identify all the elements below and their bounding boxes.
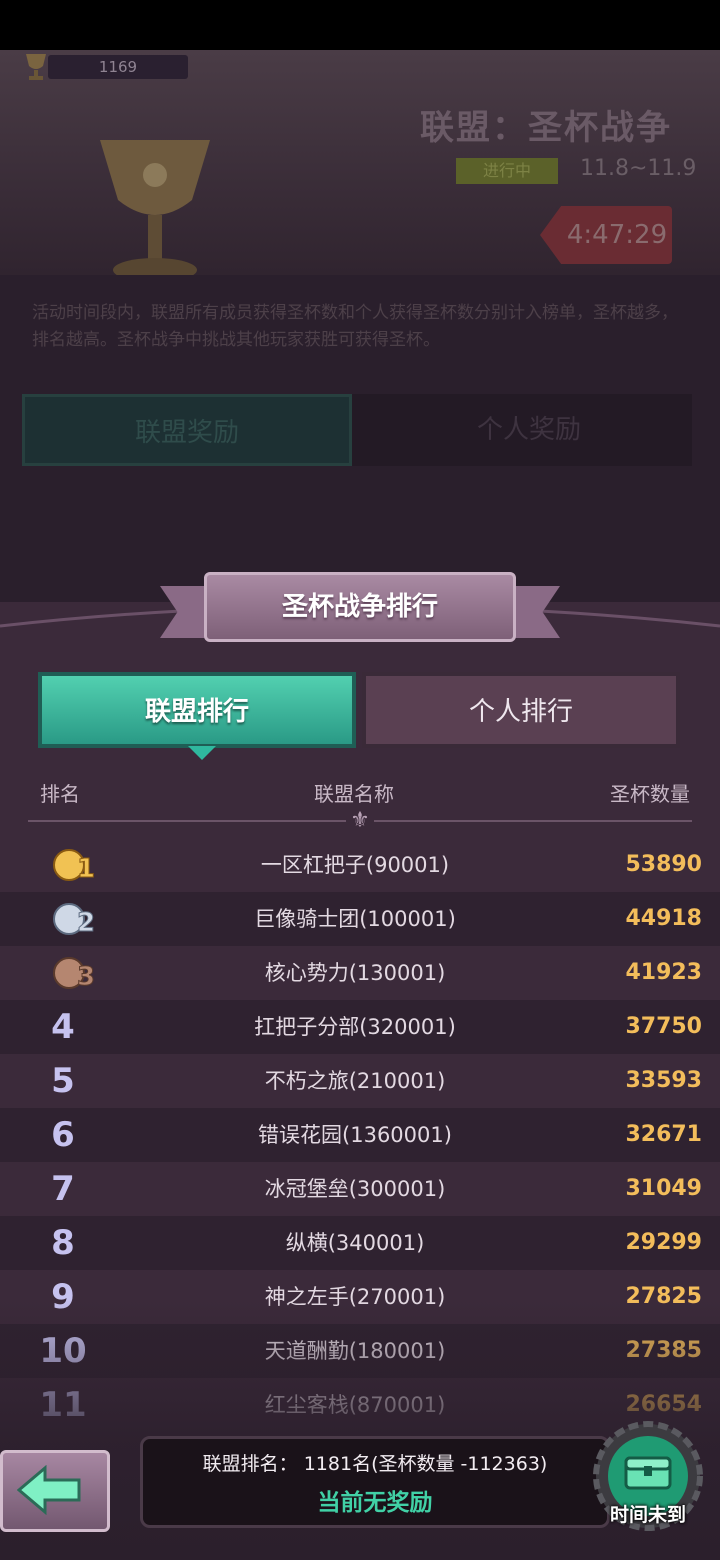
- rank-number: 9: [51, 1277, 75, 1317]
- alliance-name: 扛把子分部(320001): [254, 1015, 456, 1039]
- rank-number: 5: [51, 1061, 75, 1101]
- table-row[interactable]: 3 核心势力(130001) 41923: [0, 946, 720, 1000]
- ranking-title: 圣杯战争排行: [281, 592, 438, 622]
- back-button[interactable]: [0, 1450, 110, 1532]
- rank-medal-number: 2: [77, 908, 95, 937]
- trophy-icon: [26, 54, 46, 80]
- my-rank-bar: 联盟排名： 1181名(圣杯数量 -112363) 当前无奖励: [140, 1436, 610, 1528]
- ranking-list[interactable]: 1 一区杠把子(90001) 53890 2 巨像骑士团(100001) 44918 3 核心…: [0, 838, 720, 1432]
- table-row[interactable]: 9 神之左手(270001) 27825: [0, 1270, 720, 1324]
- rank-medal-number: 1: [77, 854, 95, 883]
- rank-medal-icon: 3: [53, 957, 96, 991]
- tab-alliance-ranking-label: 联盟排行: [144, 697, 249, 727]
- event-description: 活动时间段内，联盟所有成员获得圣杯数和个人获得圣杯数分别计入榜单，圣杯越多，排名…: [32, 303, 678, 350]
- alliance-name: 冰冠堡垒(300001): [264, 1177, 446, 1201]
- alliance-name: 核心势力(130001): [264, 961, 446, 985]
- no-reward-text: 当前无奖励: [317, 1490, 433, 1516]
- rank-number: 4: [51, 1007, 75, 1047]
- grail-count: 27825: [625, 1284, 702, 1309]
- alliance-name: 天道酬勤(180001): [264, 1339, 446, 1363]
- table-row[interactable]: 7 冰冠堡垒(300001) 31049: [0, 1162, 720, 1216]
- alliance-name: 一区杠把子(90001): [260, 853, 450, 877]
- column-header-name: 联盟名称: [314, 782, 394, 806]
- tab-personal-ranking[interactable]: 个人排行: [362, 672, 680, 748]
- rank-number: 7: [51, 1169, 75, 1209]
- tab-personal-reward[interactable]: 个人奖励: [364, 394, 694, 466]
- table-row[interactable]: 10 天道酬勤(180001) 27385: [0, 1324, 720, 1378]
- rank-number: 8: [51, 1223, 75, 1263]
- reward-tabs: 联盟奖励 个人奖励: [22, 394, 692, 466]
- event-dates: 11.8~11.9: [580, 156, 697, 181]
- rank-number: 6: [51, 1115, 75, 1155]
- alliance-name: 巨像骑士团(100001): [254, 907, 456, 931]
- grail-count: 32671: [625, 1122, 702, 1147]
- alliance-name: 纵横(340001): [285, 1231, 425, 1255]
- table-row[interactable]: 8 纵横(340001) 29299: [0, 1216, 720, 1270]
- grail-count: 27385: [625, 1338, 702, 1363]
- event-title: 联盟：圣杯战争: [420, 108, 672, 148]
- table-row[interactable]: 2 巨像骑士团(100001) 44918: [0, 892, 720, 946]
- table-row[interactable]: 6 错误花园(1360001) 32671: [0, 1108, 720, 1162]
- back-arrow-icon: [17, 1465, 81, 1515]
- ranking-tabs: 联盟排行 个人排行: [38, 672, 682, 760]
- table-row[interactable]: 4 扛把子分部(320001) 37750: [0, 1000, 720, 1054]
- grail-count: 44918: [625, 906, 702, 931]
- ranking-title-ribbon: 圣杯战争排行: [160, 572, 560, 650]
- column-header-score: 圣杯数量: [610, 782, 690, 806]
- grail-count: 53890: [625, 852, 702, 877]
- alliance-name: 不朽之旅(210001): [264, 1069, 446, 1093]
- rank-medal-icon: 2: [53, 903, 96, 937]
- countdown-text: 4:47:29: [566, 220, 668, 250]
- grail-count: 37750: [625, 1014, 702, 1039]
- countdown-timer: 4:47:29: [540, 206, 672, 264]
- status-bar: [0, 0, 720, 50]
- active-tab-pointer: [188, 746, 216, 760]
- rank-medal-icon: 1: [53, 849, 96, 883]
- grail-count: 29299: [625, 1230, 702, 1255]
- trophy-count-value: 1169: [48, 55, 188, 79]
- fleur-de-lis-icon: ⚜: [346, 808, 374, 834]
- grail-count: 41923: [625, 960, 702, 985]
- tab-personal-ranking-label: 个人排行: [468, 697, 573, 727]
- column-header-rank: 排名: [40, 782, 80, 806]
- table-row[interactable]: 5 不朽之旅(210001) 33593: [0, 1054, 720, 1108]
- tab-alliance-ranking[interactable]: 联盟排行: [38, 672, 356, 760]
- table-row[interactable]: 1 一区杠把子(90001) 53890: [0, 838, 720, 892]
- rank-medal-number: 3: [77, 962, 95, 991]
- chest-label: 时间未到: [609, 1504, 686, 1526]
- grail-count: 31049: [625, 1176, 702, 1201]
- my-alliance-rank: 联盟排名： 1181名(圣杯数量 -112363): [202, 1453, 548, 1475]
- trophy-count: 1169: [18, 52, 188, 80]
- grail-count: 33593: [625, 1068, 702, 1093]
- tab-alliance-reward[interactable]: 联盟奖励: [22, 394, 352, 466]
- rank-number: 10: [39, 1331, 87, 1371]
- alliance-name: 神之左手(270001): [264, 1285, 446, 1309]
- status-badge: 进行中: [456, 158, 558, 184]
- alliance-name: 错误花园(1360001): [258, 1123, 452, 1147]
- alliance-name: 红尘客栈(870001): [264, 1393, 446, 1417]
- grail-cup-illustration: [100, 140, 210, 275]
- rank-number: 11: [39, 1385, 87, 1425]
